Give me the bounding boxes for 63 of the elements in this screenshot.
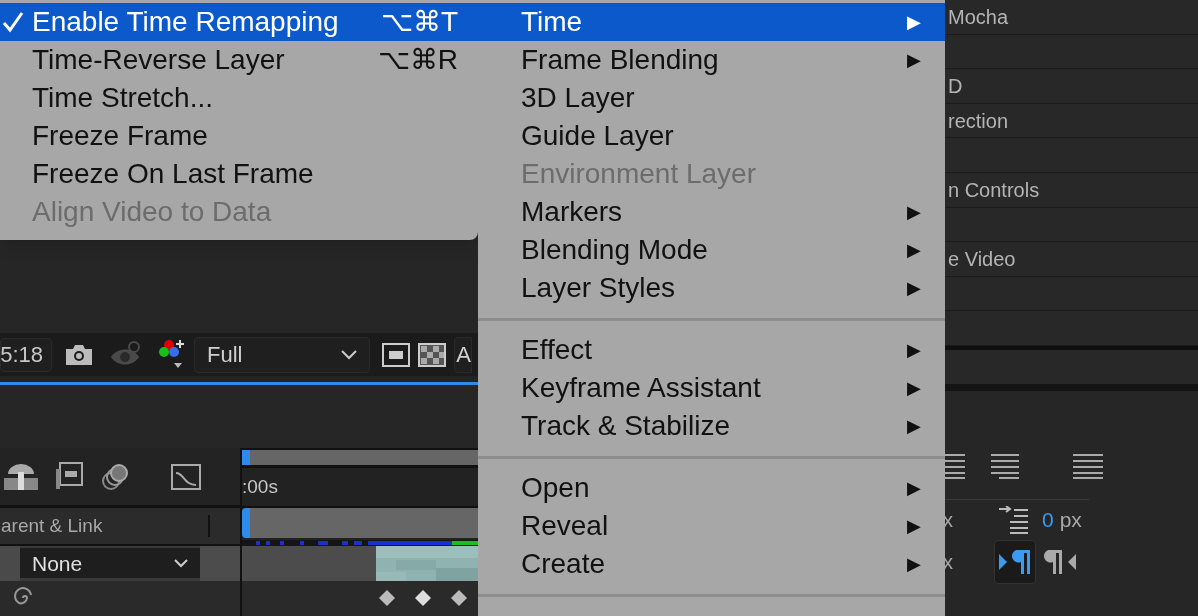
menu-item[interactable]: Blending Mode ▶ <box>478 231 945 269</box>
shy-icon[interactable] <box>4 462 38 491</box>
time-ruler-label: :00s <box>242 474 278 499</box>
menu-item[interactable]: Enable Time Remapping ⌥⌘T <box>0 3 478 41</box>
menu-item[interactable]: Time Stretch... <box>0 79 478 117</box>
justify-all-icon[interactable] <box>1073 452 1103 479</box>
checkerboard-icon[interactable] <box>418 342 446 367</box>
effect-list-item[interactable]: D <box>948 71 963 101</box>
work-area-bar[interactable] <box>242 450 478 466</box>
submenu-arrow: ▶ <box>907 48 921 72</box>
left-to-right-button[interactable] <box>994 539 1036 584</box>
menu-item[interactable]: Create ▶ <box>478 545 945 583</box>
graph-editor-icon[interactable] <box>170 461 202 492</box>
chevron-down-icon <box>174 558 188 568</box>
resolution-dropdown[interactable]: Full <box>194 336 370 373</box>
menu-item[interactable]: Track & Stabilize ▶ <box>478 407 945 445</box>
menu-item[interactable]: Freeze Frame <box>0 117 478 155</box>
region-icon[interactable] <box>382 342 410 367</box>
column-header: arent & Link <box>1 513 103 538</box>
menu-item[interactable]: Guide Layer <box>478 117 945 155</box>
chevron-down-icon <box>341 349 357 360</box>
submenu-arrow: ▶ <box>907 476 921 500</box>
effect-list-item[interactable]: e Video <box>948 243 1016 274</box>
menu-item[interactable]: Effect ▶ <box>478 331 945 369</box>
submenu-arrow: ▶ <box>907 376 921 400</box>
unit-label: px <box>1059 507 1082 534</box>
layers-icon[interactable] <box>100 461 130 492</box>
submenu-arrow: ▶ <box>907 276 921 300</box>
submenu-arrow: ▶ <box>907 514 921 538</box>
submenu-arrow: ▶ <box>907 238 921 262</box>
indent-first-line-icon <box>998 505 1030 534</box>
menu-item[interactable]: 3D Layer <box>478 79 945 117</box>
paragraph-ltr-icon <box>998 547 1032 576</box>
menu-item[interactable]: Freeze On Last Frame <box>0 155 478 193</box>
paragraph-rtl-icon[interactable] <box>1044 547 1078 576</box>
view-button[interactable]: A <box>454 336 472 373</box>
menu-item[interactable]: Keyframe Assistant ▶ <box>478 369 945 407</box>
menu-item[interactable]: Reveal ▶ <box>478 507 945 545</box>
justify-left-icon[interactable] <box>991 452 1019 479</box>
film-frames-icon[interactable] <box>54 461 84 492</box>
menu-item[interactable]: Time-Reverse Layer ⌥⌘R <box>0 41 478 79</box>
layer-duration-bar[interactable] <box>242 507 478 538</box>
menu-item[interactable]: Open ▶ <box>478 469 945 507</box>
menu-item[interactable]: Markers ▶ <box>478 193 945 231</box>
menu-item[interactable]: Time ▶ <box>478 3 945 41</box>
effect-list-item[interactable]: rection <box>948 105 1009 136</box>
keyframe-icon[interactable] <box>414 589 432 608</box>
indent-value[interactable]: 0 <box>1042 504 1054 536</box>
timecode-field[interactable]: 5:18 <box>0 337 52 372</box>
menu-item[interactable]: Frame Blending ▶ <box>478 41 945 79</box>
keyframe-icon[interactable] <box>450 589 468 608</box>
menu-item[interactable]: Layer Styles ▶ <box>478 269 945 307</box>
keyframe-icon[interactable] <box>378 589 396 608</box>
effect-list-item[interactable]: Mocha <box>948 1 1009 32</box>
parent-dropdown[interactable]: None <box>20 548 200 579</box>
submenu-arrow: ▶ <box>907 338 921 362</box>
submenu-arrow: ▶ <box>907 414 921 438</box>
effect-list-item[interactable]: n Controls <box>948 174 1040 205</box>
submenu-arrow: ▶ <box>907 10 921 34</box>
switch-cell[interactable] <box>0 545 20 581</box>
submenu-arrow: ▶ <box>907 552 921 576</box>
submenu-arrow: ▶ <box>907 200 921 224</box>
camera-icon[interactable] <box>64 342 94 367</box>
